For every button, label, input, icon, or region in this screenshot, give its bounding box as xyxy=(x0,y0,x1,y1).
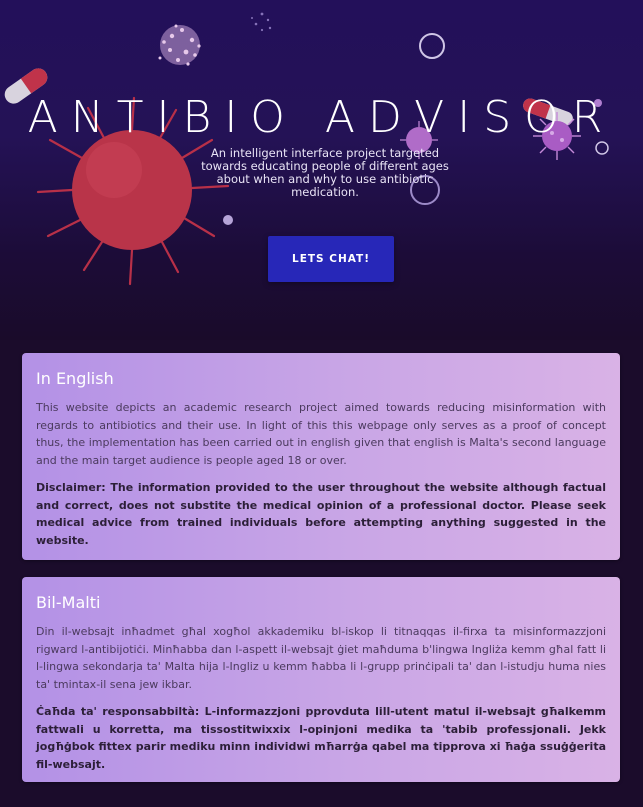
section-body: Din il-websajt inħadmet għal xogħol akka… xyxy=(36,625,606,691)
section-card-english: In English This website depicts an acade… xyxy=(22,353,620,560)
hero-banner: ANTIBIO ADVISOR An intelligent interface… xyxy=(0,0,643,340)
site-tagline: An intelligent interface project targete… xyxy=(201,146,449,199)
ring-icon xyxy=(419,33,445,59)
lets-chat-button[interactable]: LETS CHAT! xyxy=(268,236,394,282)
section-body: This website depicts an academic researc… xyxy=(36,401,606,467)
particle-dust-icon xyxy=(251,12,272,32)
site-title: ANTIBIO ADVISOR xyxy=(27,92,616,143)
disclaimer-text: Ċaħda ta' responsabbiltà: L-informazzjon… xyxy=(36,705,606,771)
disclaimer-text: Disclaimer: The information provided to … xyxy=(36,481,606,547)
microbe-cluster-icon xyxy=(158,24,201,66)
section-heading: Bil-Malti xyxy=(36,593,101,612)
section-heading: In English xyxy=(36,369,114,388)
ring-icon xyxy=(595,141,609,155)
section-card-maltese: Bil-Malti Din il-websajt inħadmet għal x… xyxy=(22,577,620,782)
dot-icon xyxy=(223,215,233,225)
